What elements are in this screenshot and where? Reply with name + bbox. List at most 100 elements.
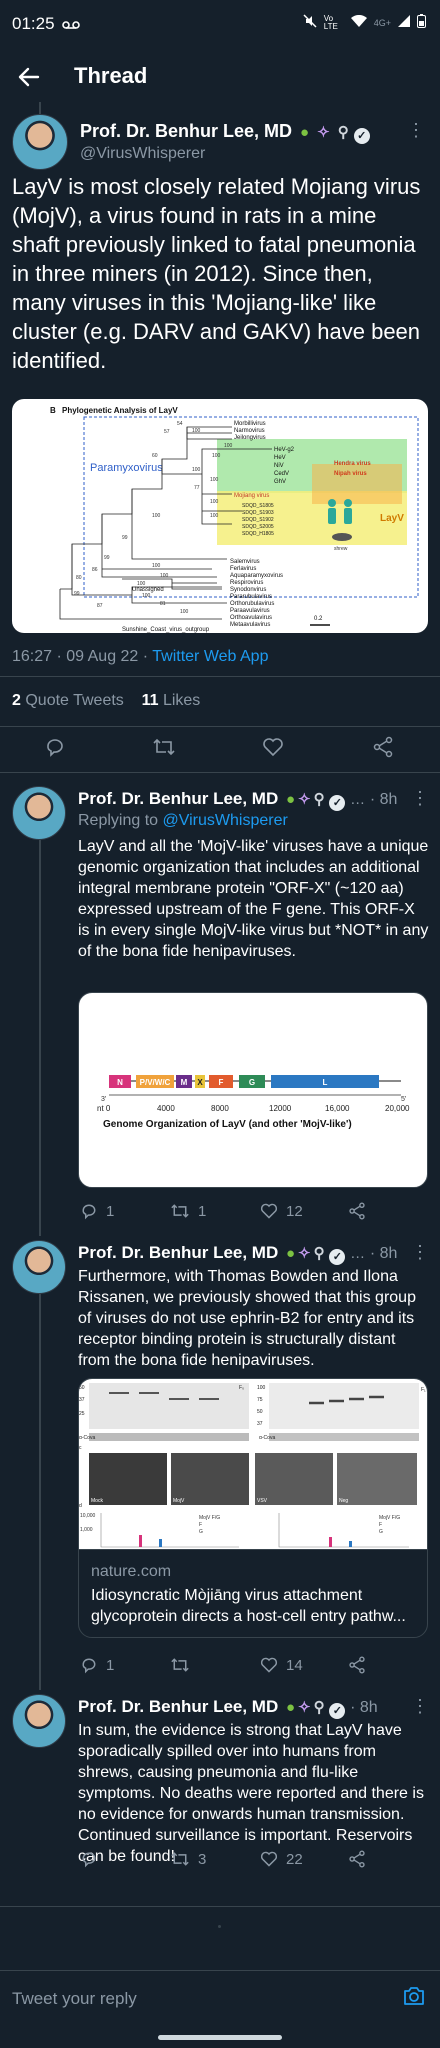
- like-button[interactable]: 12: [260, 1202, 303, 1220]
- svg-text:77: 77: [194, 485, 200, 491]
- reply-icon: [47, 739, 63, 757]
- quote-tweets-link[interactable]: 2 Quote Tweets: [12, 692, 124, 709]
- plot-axes: [100, 1513, 409, 1548]
- mojiang-highlight: [312, 464, 402, 504]
- svg-text:F: F: [219, 1078, 224, 1087]
- home-indicator[interactable]: [158, 2035, 282, 2040]
- svg-text:SDQD_S1805: SDQD_S1805: [242, 503, 274, 509]
- link-card[interactable]: 50 37 25 100 75 50 37 F₀ F₁ α-Cova α-Cov…: [78, 1378, 428, 1638]
- genome-caption: Genome Organization of LayV (and other '…: [103, 1119, 352, 1130]
- reply-count: 1: [106, 1202, 115, 1220]
- genome-axis-ticks: nt 0 4000 8000 12000 16,000 20,000: [97, 1104, 410, 1113]
- svg-text:54: 54: [177, 421, 183, 427]
- avatar[interactable]: [12, 1694, 66, 1748]
- retweet-button[interactable]: [170, 1656, 198, 1674]
- svg-text:SDQD_S1902: SDQD_S1902: [242, 517, 274, 523]
- like-button[interactable]: [262, 736, 284, 758]
- dna-emoji-icon: ✧: [298, 1245, 311, 1262]
- link-title: Idiosyncratic Mòjiāng virus attachment g…: [91, 1587, 406, 1625]
- svg-text:100: 100: [180, 609, 189, 615]
- svg-text:81: 81: [160, 601, 166, 607]
- tweet-image-phylogeny[interactable]: B Phylogenetic Analysis of LayV Paramyxo…: [12, 399, 428, 633]
- svg-text:100: 100: [212, 453, 221, 459]
- svg-text:nt 0: nt 0: [97, 1104, 111, 1113]
- engagement-counts: 2 Quote Tweets 11 Likes: [12, 692, 200, 710]
- reply-count: 1: [106, 1656, 115, 1674]
- tweet-source-link[interactable]: Twitter Web App: [152, 648, 268, 665]
- dna-emoji-icon: ✧: [298, 791, 311, 808]
- svg-text:80: 80: [76, 575, 82, 581]
- bootstrap-values: 54 57 100 100 100 60 100 100 77 100 100 …: [74, 421, 233, 615]
- author-name-text: Prof. Dr. Benhur Lee, MD: [80, 121, 293, 141]
- svg-text:MojV F/G: MojV F/G: [379, 1515, 400, 1521]
- reply-author[interactable]: Prof. Dr. Benhur Lee, MD ● ✧ ⚲ ✓ · 8h: [78, 1697, 378, 1719]
- svg-text:99: 99: [122, 535, 128, 541]
- more-options-icon[interactable]: ⋮: [411, 788, 429, 809]
- like-count: 22: [286, 1850, 303, 1868]
- svg-text:HeV: HeV: [274, 455, 286, 461]
- share-button[interactable]: [348, 1850, 366, 1868]
- reply-icon: [82, 1658, 96, 1674]
- author-handle[interactable]: @VirusWhisperer: [80, 145, 205, 163]
- svg-text:M: M: [181, 1078, 188, 1087]
- reply-icon: [82, 1204, 96, 1220]
- more-options-icon[interactable]: ⋮: [411, 1696, 429, 1717]
- share-button[interactable]: [348, 1656, 366, 1674]
- signal-label: 4G+: [373, 17, 391, 28]
- more-options-icon[interactable]: ⋮: [407, 120, 425, 141]
- like-button[interactable]: 14: [260, 1656, 303, 1674]
- svg-text:100: 100: [210, 513, 219, 519]
- reply-button[interactable]: 1: [80, 1656, 114, 1674]
- svg-text:100: 100: [192, 467, 201, 473]
- avatar[interactable]: [12, 114, 68, 170]
- share-button[interactable]: [372, 736, 394, 758]
- divider: [0, 676, 440, 677]
- link-card-image: 50 37 25 100 75 50 37 F₀ F₁ α-Cova α-Cov…: [79, 1379, 427, 1549]
- svg-text:10,000: 10,000: [80, 1513, 96, 1519]
- tweet-text: LayV is most closely related Mojiang vir…: [12, 174, 421, 373]
- replying-to-handle[interactable]: @VirusWhisperer: [163, 812, 288, 829]
- genome-image[interactable]: N P/V/W/C M X F G L 3' 5' nt 0 4000 8000…: [78, 992, 428, 1188]
- layv-sample-labels: SDQD_S1805 SDQD_S1903 SDQD_S1902 SDQD_S2…: [242, 503, 274, 537]
- svg-text:N: N: [117, 1078, 123, 1087]
- paramyxovirus-label: Paramyxovirus: [90, 462, 163, 474]
- avatar[interactable]: [12, 786, 66, 840]
- shrew-label: shrew: [334, 546, 348, 552]
- svg-text:NiV: NiV: [274, 463, 284, 469]
- reply-button[interactable]: [44, 736, 66, 758]
- likes-link[interactable]: 11 Likes: [142, 692, 201, 709]
- retweet-button[interactable]: 3: [170, 1850, 206, 1868]
- share-button[interactable]: [348, 1202, 366, 1220]
- microscope-emoji-icon: ⚲: [313, 791, 325, 808]
- nipah-label: Nipah virus: [334, 471, 367, 477]
- reply-button[interactable]: [80, 1850, 106, 1868]
- svg-text:100: 100: [152, 513, 161, 519]
- divider: [0, 726, 440, 727]
- svg-text:Mock: Mock: [91, 1498, 103, 1504]
- retweet-button[interactable]: 1: [170, 1202, 206, 1220]
- retweet-button[interactable]: [152, 736, 176, 758]
- divider: [0, 772, 440, 773]
- svg-text:99: 99: [104, 555, 110, 561]
- svg-text:X: X: [197, 1078, 203, 1087]
- genome-3-end: 3': [101, 1096, 106, 1103]
- western-blot-left: [89, 1383, 249, 1429]
- like-button[interactable]: 22: [260, 1850, 303, 1868]
- reply-author[interactable]: Prof. Dr. Benhur Lee, MD ● ✧ ⚲ ✓ … · 8h: [78, 1243, 397, 1265]
- svg-text:25: 25: [79, 1411, 85, 1417]
- back-arrow-icon[interactable]: [14, 62, 44, 92]
- reply-actions: 1 14: [66, 1648, 440, 1688]
- reply-author[interactable]: Prof. Dr. Benhur Lee, MD ● ✧ ⚲ ✓ … · 8h: [78, 789, 397, 811]
- avatar[interactable]: [12, 1240, 66, 1294]
- svg-text:F₁: F₁: [421, 1387, 426, 1393]
- author-name[interactable]: Prof. Dr. Benhur Lee, MD ● ✧ ⚲ ✓: [80, 121, 370, 144]
- heart-icon: [260, 1851, 278, 1867]
- svg-text:100: 100: [192, 428, 201, 434]
- reply-input[interactable]: Tweet your reply: [12, 1989, 137, 2009]
- camera-icon[interactable]: [402, 1985, 426, 2012]
- more-options-icon[interactable]: ⋮: [411, 1242, 429, 1263]
- verified-badge-icon: ✓: [329, 1249, 346, 1265]
- share-icon: [373, 736, 393, 758]
- reply-button[interactable]: 1: [80, 1202, 114, 1220]
- retweet-icon: [171, 1852, 189, 1866]
